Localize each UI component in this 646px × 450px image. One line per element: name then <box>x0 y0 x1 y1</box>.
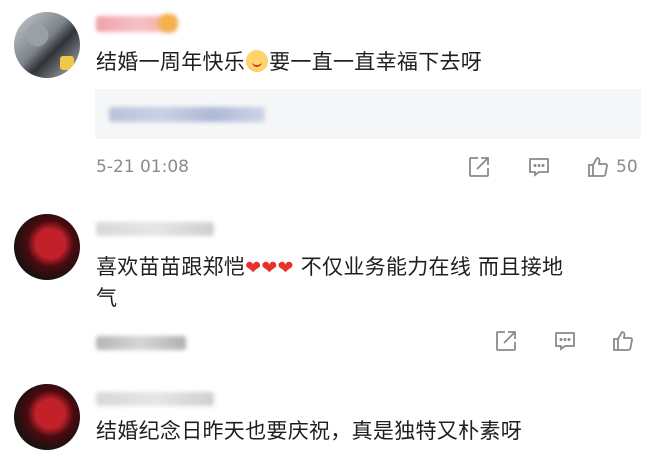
comment-text: 喜欢苗苗跟郑恺❤❤❤ 不仅业务能力在线 而且接地 气 <box>96 255 564 310</box>
vip-badge-icon <box>158 14 178 32</box>
grinning-face-emoji-icon <box>246 50 269 72</box>
thumbs-up-icon <box>613 331 633 351</box>
comment-button[interactable] <box>553 327 577 355</box>
comment-text: 结婚一周年快乐 要一直一直幸福下去呀 <box>96 50 483 74</box>
like-button[interactable] <box>611 327 635 355</box>
red-heart-icon: ❤❤❤ <box>245 257 294 279</box>
share-icon <box>469 157 489 177</box>
reply-preview[interactable] <box>95 89 641 139</box>
thumbs-up-icon <box>588 157 608 177</box>
avatar[interactable] <box>14 12 80 78</box>
timestamp-blurred <box>96 336 186 350</box>
comment-item: 结婚纪念日昨天也要庆祝，真是独特又朴素呀 <box>0 380 646 450</box>
share-icon <box>496 331 516 351</box>
like-count: 50 <box>616 157 638 177</box>
username-blurred[interactable] <box>96 222 214 236</box>
comment-item: 结婚一周年快乐 要一直一直幸福下去呀 5-21 01:08 50 <box>0 0 646 190</box>
avatar[interactable] <box>14 384 80 450</box>
username-blurred[interactable] <box>96 392 214 406</box>
comment-button[interactable] <box>527 153 551 181</box>
share-button[interactable] <box>494 327 518 355</box>
reply-preview-text-blurred <box>109 107 265 122</box>
comment-icon <box>555 332 575 351</box>
timestamp: 5-21 01:08 <box>96 157 189 177</box>
comment-text: 结婚纪念日昨天也要庆祝，真是独特又朴素呀 <box>96 419 522 443</box>
like-button[interactable]: 50 <box>586 153 638 181</box>
share-button[interactable] <box>467 153 491 181</box>
avatar[interactable] <box>14 214 80 280</box>
comment-item: 喜欢苗苗跟郑恺❤❤❤ 不仅业务能力在线 而且接地 气 <box>0 200 646 370</box>
comment-icon <box>529 158 549 177</box>
